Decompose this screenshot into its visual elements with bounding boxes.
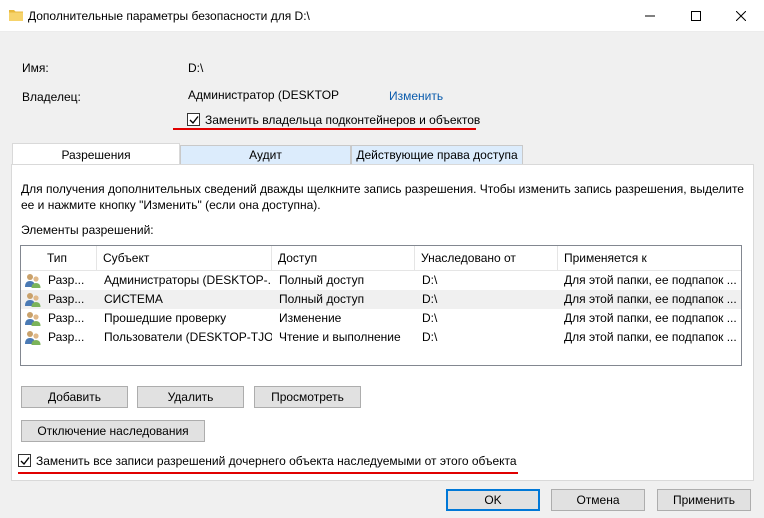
cell-type: Разр... xyxy=(48,273,85,287)
remove-button[interactable]: Удалить xyxy=(137,386,244,408)
column-access[interactable]: Доступ xyxy=(272,246,415,270)
users-icon xyxy=(25,312,41,326)
hint-text-line2: ее и нажмите кнопку "Изменить" (если она… xyxy=(21,198,321,212)
checkmark-icon xyxy=(20,457,30,466)
table-row[interactable]: Разр... Администраторы (DESKTOP-... Полн… xyxy=(21,271,741,290)
cell-access: Чтение и выполнение xyxy=(279,330,401,344)
column-type[interactable]: Тип xyxy=(41,246,97,270)
cell-type: Разр... xyxy=(48,292,85,306)
name-value: D:\ xyxy=(188,61,204,75)
cell-principal: Пользователи (DESKTOP-TJO... xyxy=(104,330,272,344)
cell-access: Полный доступ xyxy=(279,292,365,306)
hint-text-line1: Для получения дополнительных сведений дв… xyxy=(21,182,744,196)
cell-principal: Администраторы (DESKTOP-... xyxy=(104,273,272,287)
cell-type: Разр... xyxy=(48,330,85,344)
permission-entries-list[interactable]: Тип Субъект Доступ Унаследовано от Приме… xyxy=(20,245,742,366)
maximize-button[interactable] xyxy=(673,0,719,32)
cell-inherited: D:\ xyxy=(422,292,438,306)
disable-inheritance-button[interactable]: Отключение наследования xyxy=(21,420,205,442)
column-inherited[interactable]: Унаследовано от xyxy=(415,246,558,270)
cell-access: Изменение xyxy=(279,311,342,325)
cell-principal: СИСТЕМА xyxy=(104,292,163,306)
name-label: Имя: xyxy=(22,61,49,75)
maximize-icon xyxy=(691,11,701,21)
entries-label: Элементы разрешений: xyxy=(21,223,154,237)
replace-child-permissions-label[interactable]: Заменить все записи разрешений дочернего… xyxy=(36,454,517,468)
highlight-underline xyxy=(173,128,476,130)
view-button[interactable]: Просмотреть xyxy=(254,386,361,408)
cell-applies: Для этой папки, ее подпапок ... xyxy=(564,273,737,287)
ok-button[interactable]: OK xyxy=(446,489,540,511)
folder-icon xyxy=(9,10,23,21)
table-row[interactable]: Разр... Прошедшие проверку Изменение D:\… xyxy=(21,309,741,328)
cell-principal: Прошедшие проверку xyxy=(104,311,227,325)
tab-effective-access[interactable]: Действующие права доступа xyxy=(351,145,523,165)
permissions-panel: Для получения дополнительных сведений дв… xyxy=(11,164,754,481)
cell-type: Разр... xyxy=(48,311,85,325)
column-principal[interactable]: Субъект xyxy=(97,246,272,270)
replace-owner-checkbox[interactable] xyxy=(187,113,200,126)
table-row[interactable]: Разр... СИСТЕМА Полный доступ D:\ Для эт… xyxy=(21,290,741,309)
window-title: Дополнительные параметры безопасности дл… xyxy=(28,9,310,23)
cell-access: Полный доступ xyxy=(279,273,365,287)
users-icon xyxy=(25,331,41,345)
close-icon xyxy=(736,11,746,21)
owner-value: Администратор (DESKTOP xyxy=(188,88,340,102)
replace-child-permissions-checkbox[interactable] xyxy=(18,454,31,467)
users-icon xyxy=(25,293,41,307)
table-row[interactable]: Разр... Пользователи (DESKTOP-TJO... Чте… xyxy=(21,328,741,347)
owner-label: Владелец: xyxy=(22,90,81,104)
list-header: Тип Субъект Доступ Унаследовано от Приме… xyxy=(21,246,741,271)
minimize-icon xyxy=(645,15,655,17)
close-button[interactable] xyxy=(718,0,764,32)
tab-audit[interactable]: Аудит xyxy=(180,145,351,165)
checkmark-icon xyxy=(189,116,199,125)
add-button[interactable]: Добавить xyxy=(21,386,128,408)
apply-button[interactable]: Применить xyxy=(657,489,751,511)
cancel-button[interactable]: Отмена xyxy=(551,489,645,511)
tab-permissions[interactable]: Разрешения xyxy=(12,143,180,164)
cell-applies: Для этой папки, ее подпапок ... xyxy=(564,292,737,306)
users-icon xyxy=(25,274,41,288)
cell-inherited: D:\ xyxy=(422,330,438,344)
cell-inherited: D:\ xyxy=(422,311,438,325)
column-applies[interactable]: Применяется к xyxy=(558,246,741,270)
cell-inherited: D:\ xyxy=(422,273,438,287)
cell-applies: Для этой папки, ее подпапок ... xyxy=(564,330,737,344)
minimize-button[interactable] xyxy=(627,0,673,32)
change-owner-link[interactable]: Изменить xyxy=(389,89,443,103)
title-bar: Дополнительные параметры безопасности дл… xyxy=(0,0,764,32)
highlight-underline xyxy=(18,472,518,474)
replace-owner-label[interactable]: Заменить владельца подконтейнеров и объе… xyxy=(205,113,480,127)
cell-applies: Для этой папки, ее подпапок ... xyxy=(564,311,737,325)
